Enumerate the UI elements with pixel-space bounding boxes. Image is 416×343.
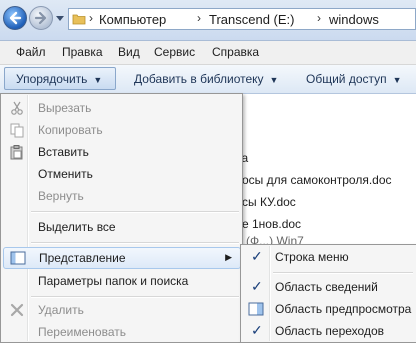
menu-item-label: Вставить: [38, 145, 89, 159]
breadcrumb-computer[interactable]: Компьютер: [99, 12, 166, 27]
layout-submenu: ✓ Строка меню ✓ Область сведений Область…: [240, 244, 416, 343]
menu-separator: [31, 296, 239, 298]
menu-item-label: Копировать: [38, 123, 103, 137]
submenu-item-label: Область предпросмотра: [275, 302, 412, 316]
menu-file[interactable]: Файл: [16, 45, 46, 59]
copy-icon: [10, 123, 24, 138]
submenu-item-label: Область переходов: [275, 324, 385, 338]
address-field[interactable]: › Компьютер › Transcend (E:) › windows: [68, 8, 416, 30]
menu-separator: [31, 211, 239, 213]
submenu-item-navigation-pane[interactable]: ✓ Область переходов: [243, 320, 415, 342]
submenu-item-preview-pane[interactable]: Область предпросмотра: [243, 298, 415, 320]
breadcrumb-chevron-icon[interactable]: ›: [89, 11, 93, 25]
list-item[interactable]: осы для самоконтроля.doc: [242, 173, 392, 187]
organize-dropdown-menu: Вырезать Копировать Вставить Отменить Ве…: [0, 93, 243, 343]
submenu-item-details-pane[interactable]: ✓ Область сведений: [243, 276, 415, 298]
dropdown-arrow-icon: ▼: [269, 75, 279, 85]
scissors-icon: [11, 101, 23, 115]
checkmark-icon: ✓: [251, 278, 263, 294]
menu-item-label: Переименовать: [38, 325, 126, 339]
delete-icon: [10, 303, 24, 317]
menu-item-label: Отменить: [38, 167, 93, 181]
menu-item-undo[interactable]: Отменить: [3, 164, 241, 184]
menu-item-select-all[interactable]: Выделить все: [3, 217, 241, 237]
organize-button[interactable]: Упорядочить ▼: [16, 72, 102, 86]
address-bar-region: › Компьютер › Transcend (E:) › windows: [0, 0, 416, 41]
breadcrumb-chevron-icon[interactable]: ›: [317, 11, 321, 25]
layout-icon: [10, 251, 26, 265]
arrow-right-icon: [34, 11, 47, 25]
forward-button[interactable]: [29, 6, 53, 30]
submenu-item-label: Область сведений: [275, 280, 378, 294]
menu-item-label: Вернуть: [38, 189, 84, 203]
checkmark-icon: ✓: [251, 248, 263, 264]
organize-label: Упорядочить: [16, 72, 88, 86]
add-to-library-button[interactable]: Добавить в библиотеку ▼: [134, 72, 278, 86]
checkmark-icon: ✓: [251, 322, 263, 338]
share-label: Общий доступ: [306, 72, 387, 86]
submenu-arrow-icon: ▶: [225, 252, 232, 262]
menu-item-delete[interactable]: Удалить: [3, 300, 241, 320]
list-item[interactable]: е 1нов.doc: [242, 217, 301, 231]
menu-item-label: Удалить: [38, 303, 84, 317]
menu-bar: Файл Правка Вид Сервис Справка: [0, 41, 416, 65]
dropdown-arrow-icon: ▼: [93, 75, 103, 85]
command-bar: Упорядочить ▼ Добавить в библиотеку ▼ Общи…: [0, 65, 416, 94]
submenu-item-label: Строка меню: [275, 250, 349, 264]
menu-item-cut[interactable]: Вырезать: [3, 98, 241, 118]
menu-item-label: Параметры папок и поиска: [38, 274, 189, 288]
dropdown-arrow-icon: ▼: [392, 75, 402, 85]
breadcrumb-chevron-icon[interactable]: ›: [197, 11, 201, 25]
menu-item-paste[interactable]: Вставить: [3, 142, 241, 162]
menu-item-rename[interactable]: Переименовать: [3, 322, 241, 342]
breadcrumb-drive[interactable]: Transcend (E:): [209, 12, 295, 27]
paste-icon: [10, 145, 23, 160]
preview-pane-icon: [248, 302, 264, 316]
submenu-item-menu-bar[interactable]: ✓ Строка меню: [243, 246, 415, 268]
menu-help[interactable]: Справка: [212, 45, 259, 59]
recent-pages-dropdown-icon[interactable]: [56, 14, 64, 22]
menu-view[interactable]: Вид: [118, 45, 140, 59]
folder-icon: [72, 14, 86, 25]
arrow-left-icon: [9, 11, 22, 25]
menu-item-copy[interactable]: Копировать: [3, 120, 241, 140]
share-button[interactable]: Общий доступ ▼: [306, 72, 402, 86]
menu-tools[interactable]: Сервис: [154, 45, 195, 59]
add-to-library-label: Добавить в библиотеку: [134, 72, 264, 86]
menu-item-folder-options[interactable]: Параметры папок и поиска: [3, 271, 241, 291]
menu-item-layout[interactable]: Представление ▶: [3, 247, 241, 269]
menu-item-redo[interactable]: Вернуть: [3, 186, 241, 206]
menu-separator: [273, 272, 413, 274]
menu-item-label: Выделить все: [38, 220, 116, 234]
menu-edit[interactable]: Правка: [62, 45, 103, 59]
menu-item-label: Вырезать: [38, 101, 92, 115]
breadcrumb-folder[interactable]: windows: [329, 12, 379, 27]
menu-item-label: Представление: [39, 251, 126, 265]
list-item[interactable]: сы КУ.doc: [242, 195, 296, 209]
menu-separator: [31, 242, 239, 244]
back-button[interactable]: [3, 6, 27, 30]
